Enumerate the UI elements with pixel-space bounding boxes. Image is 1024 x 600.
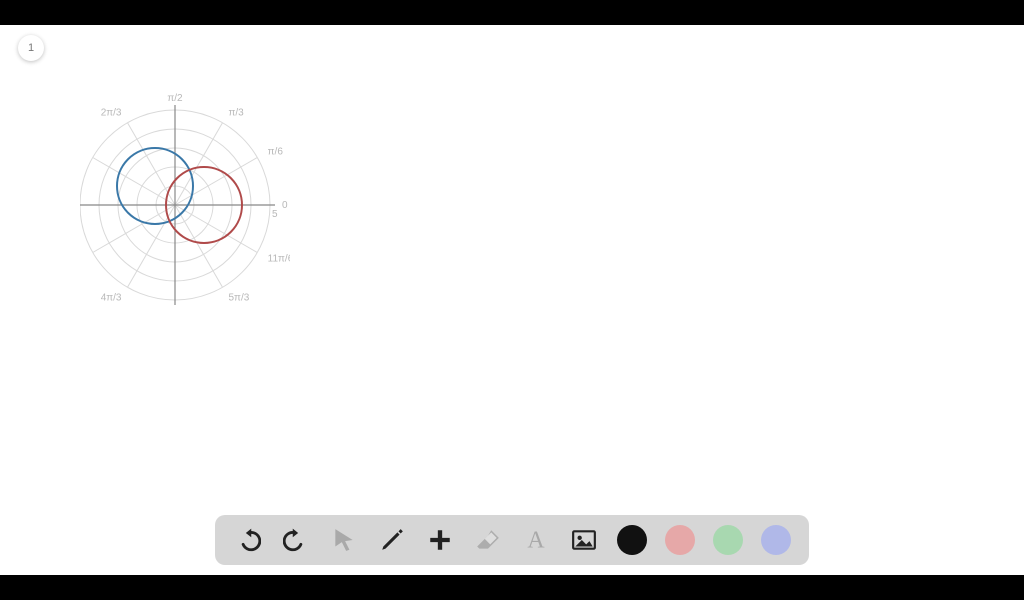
page-number-label: 1	[28, 42, 34, 54]
canvas-stage[interactable]: 1 0 π/6 π/3 π/2 2π/3 4π/3 5π/3 11π/6 5 A	[0, 25, 1024, 575]
letterbox-bottom	[0, 575, 1024, 600]
pencil-icon	[379, 527, 405, 553]
color-swatch-red[interactable]	[665, 525, 695, 555]
redo-button[interactable]	[281, 525, 311, 555]
svg-text:π/2: π/2	[167, 93, 183, 104]
text-button[interactable]: A	[521, 525, 551, 555]
svg-text:11π/6: 11π/6	[268, 254, 290, 265]
eraser-icon	[475, 527, 501, 553]
svg-text:0: 0	[282, 200, 288, 211]
page-number-badge[interactable]: 1	[18, 35, 44, 61]
undo-button[interactable]	[233, 525, 263, 555]
svg-text:2π/3: 2π/3	[101, 107, 122, 118]
svg-text:π/3: π/3	[229, 107, 245, 118]
svg-text:A: A	[527, 528, 545, 553]
svg-text:4π/3: 4π/3	[101, 293, 122, 304]
undo-icon	[235, 527, 261, 553]
svg-text:5: 5	[272, 209, 278, 220]
image-button[interactable]	[569, 525, 599, 555]
svg-text:π/6: π/6	[268, 147, 284, 158]
toolbar: A	[215, 515, 809, 565]
image-icon	[571, 527, 597, 553]
color-swatch-blue[interactable]	[761, 525, 791, 555]
polar-chart: 0 π/6 π/3 π/2 2π/3 4π/3 5π/3 11π/6 5	[80, 85, 290, 315]
plus-icon	[427, 527, 453, 553]
redo-icon	[283, 527, 309, 553]
polar-chart-svg: 0 π/6 π/3 π/2 2π/3 4π/3 5π/3 11π/6 5	[80, 85, 290, 315]
add-button[interactable]	[425, 525, 455, 555]
eraser-button[interactable]	[473, 525, 503, 555]
cursor-icon	[331, 527, 357, 553]
color-swatch-black[interactable]	[617, 525, 647, 555]
svg-text:5π/3: 5π/3	[229, 293, 250, 304]
select-button[interactable]	[329, 525, 359, 555]
color-swatch-green[interactable]	[713, 525, 743, 555]
letterbox-top	[0, 0, 1024, 25]
text-icon: A	[523, 527, 549, 553]
pen-button[interactable]	[377, 525, 407, 555]
